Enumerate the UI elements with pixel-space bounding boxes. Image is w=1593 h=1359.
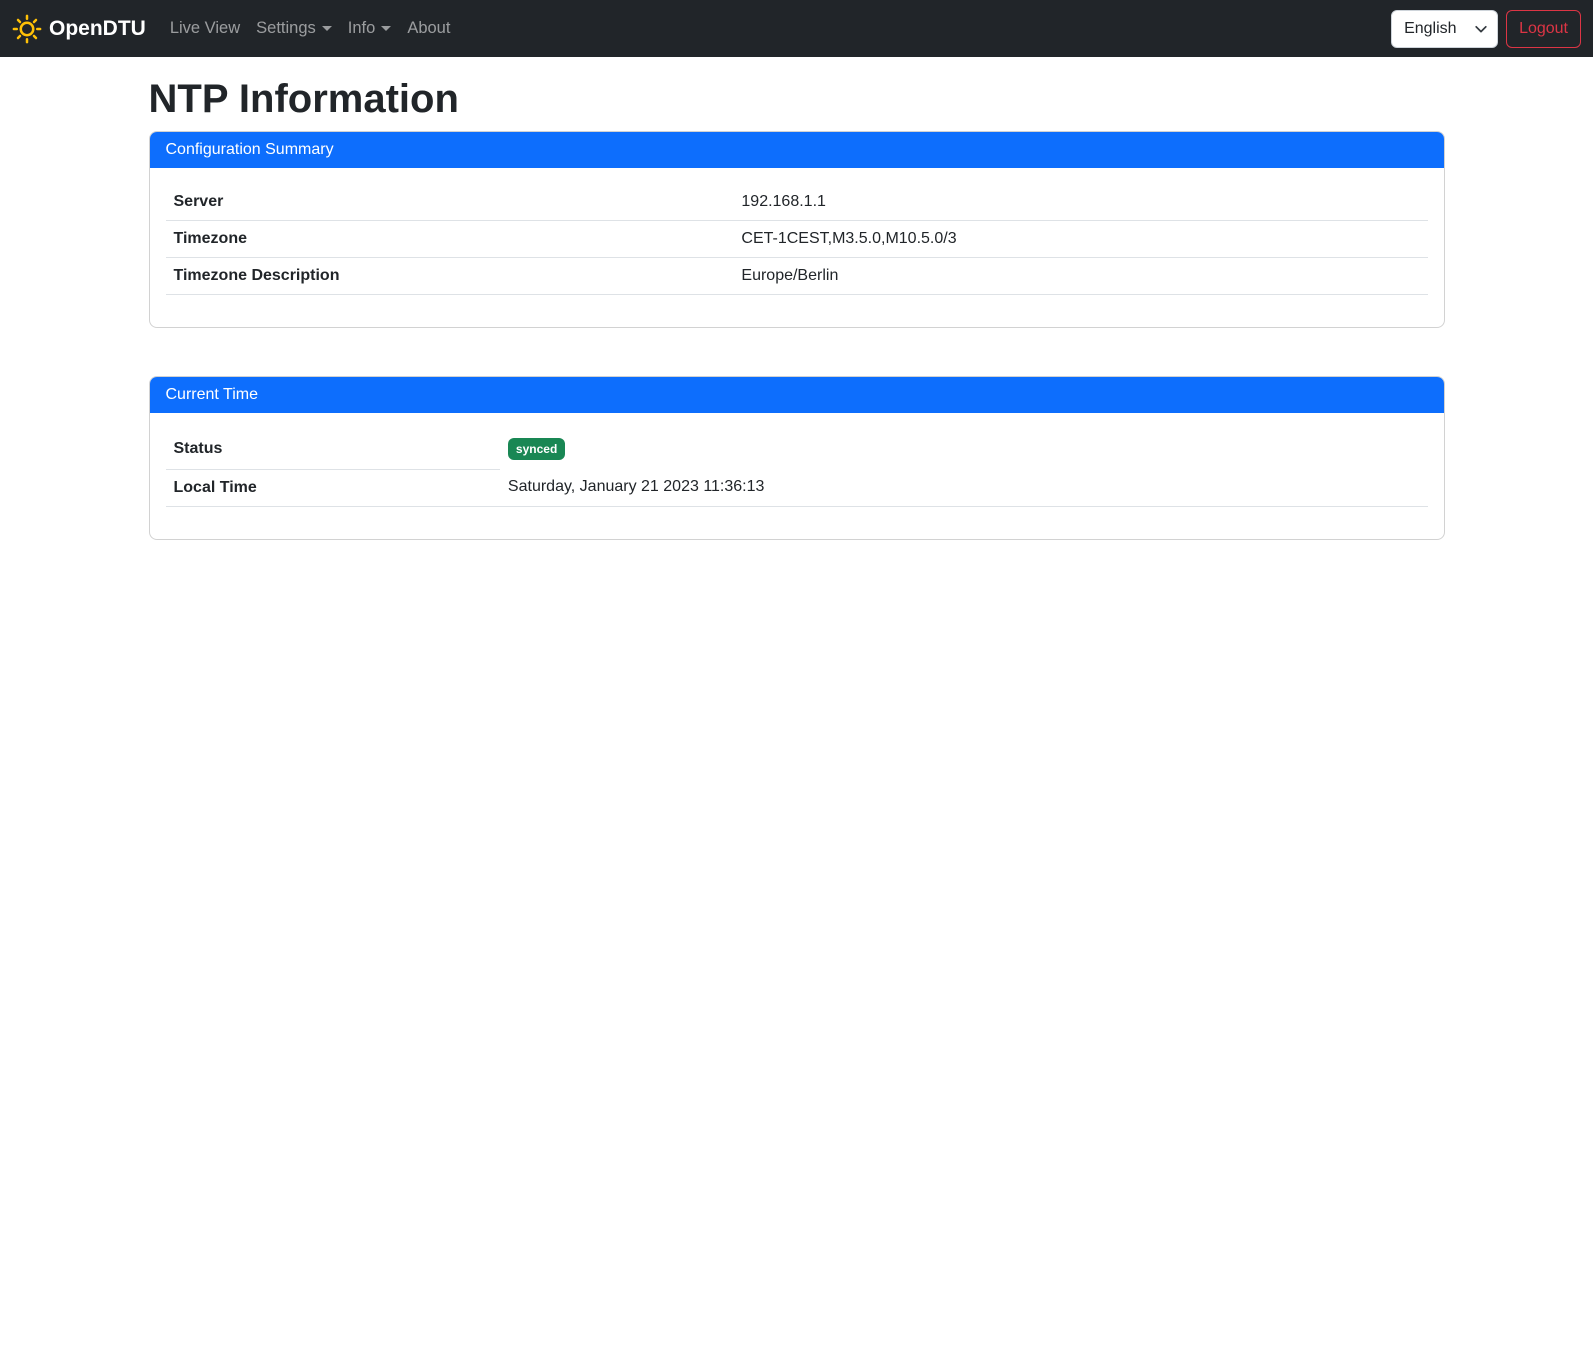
language-select[interactable]: English [1391, 10, 1498, 48]
table-row: Server 192.168.1.1 [166, 184, 1428, 221]
nav-item-info[interactable]: Info [340, 11, 400, 46]
navbar: OpenDTU Live View Settings Info About En… [0, 0, 1593, 57]
page-title: NTP Information [149, 75, 1445, 123]
sun-icon [12, 14, 42, 44]
row-value: Europe/Berlin [733, 258, 1427, 295]
brand-link[interactable]: OpenDTU [12, 14, 146, 44]
current-time-card: Current Time Status synced Local Time Sa… [149, 376, 1445, 540]
card-header: Configuration Summary [150, 132, 1444, 168]
configuration-table: Server 192.168.1.1 Timezone CET-1CEST,M3… [166, 184, 1428, 295]
table-row: Local Time Saturday, January 21 2023 11:… [166, 469, 1428, 506]
row-value: 192.168.1.1 [733, 184, 1427, 221]
row-value: Saturday, January 21 2023 11:36:13 [500, 469, 1428, 506]
row-label: Local Time [166, 469, 500, 506]
row-label: Status [166, 429, 500, 469]
row-value: synced [500, 429, 1428, 469]
nav-links: Live View Settings Info About [162, 11, 459, 46]
row-label: Timezone Description [166, 258, 734, 295]
nav-item-live-view[interactable]: Live View [162, 11, 248, 46]
card-body: Server 192.168.1.1 Timezone CET-1CEST,M3… [150, 168, 1444, 327]
navbar-right: English Logout [1391, 10, 1581, 48]
caret-down-icon [322, 26, 332, 31]
status-badge: synced [508, 438, 565, 460]
row-label: Timezone [166, 221, 734, 258]
logout-button[interactable]: Logout [1506, 10, 1581, 48]
card-body: Status synced Local Time Saturday, Janua… [150, 413, 1444, 539]
nav-item-settings[interactable]: Settings [248, 11, 340, 46]
brand-label: OpenDTU [49, 17, 146, 41]
current-time-table: Status synced Local Time Saturday, Janua… [166, 429, 1428, 507]
row-label: Server [166, 184, 734, 221]
configuration-summary-card: Configuration Summary Server 192.168.1.1… [149, 131, 1445, 328]
language-select-wrap: English [1391, 10, 1498, 48]
main-content: NTP Information Configuration Summary Se… [137, 75, 1457, 540]
table-row: Status synced [166, 429, 1428, 469]
caret-down-icon [381, 26, 391, 31]
card-header: Current Time [150, 377, 1444, 413]
row-value: CET-1CEST,M3.5.0,M10.5.0/3 [733, 221, 1427, 258]
nav-item-about[interactable]: About [399, 11, 458, 46]
table-row: Timezone Description Europe/Berlin [166, 258, 1428, 295]
table-row: Timezone CET-1CEST,M3.5.0,M10.5.0/3 [166, 221, 1428, 258]
